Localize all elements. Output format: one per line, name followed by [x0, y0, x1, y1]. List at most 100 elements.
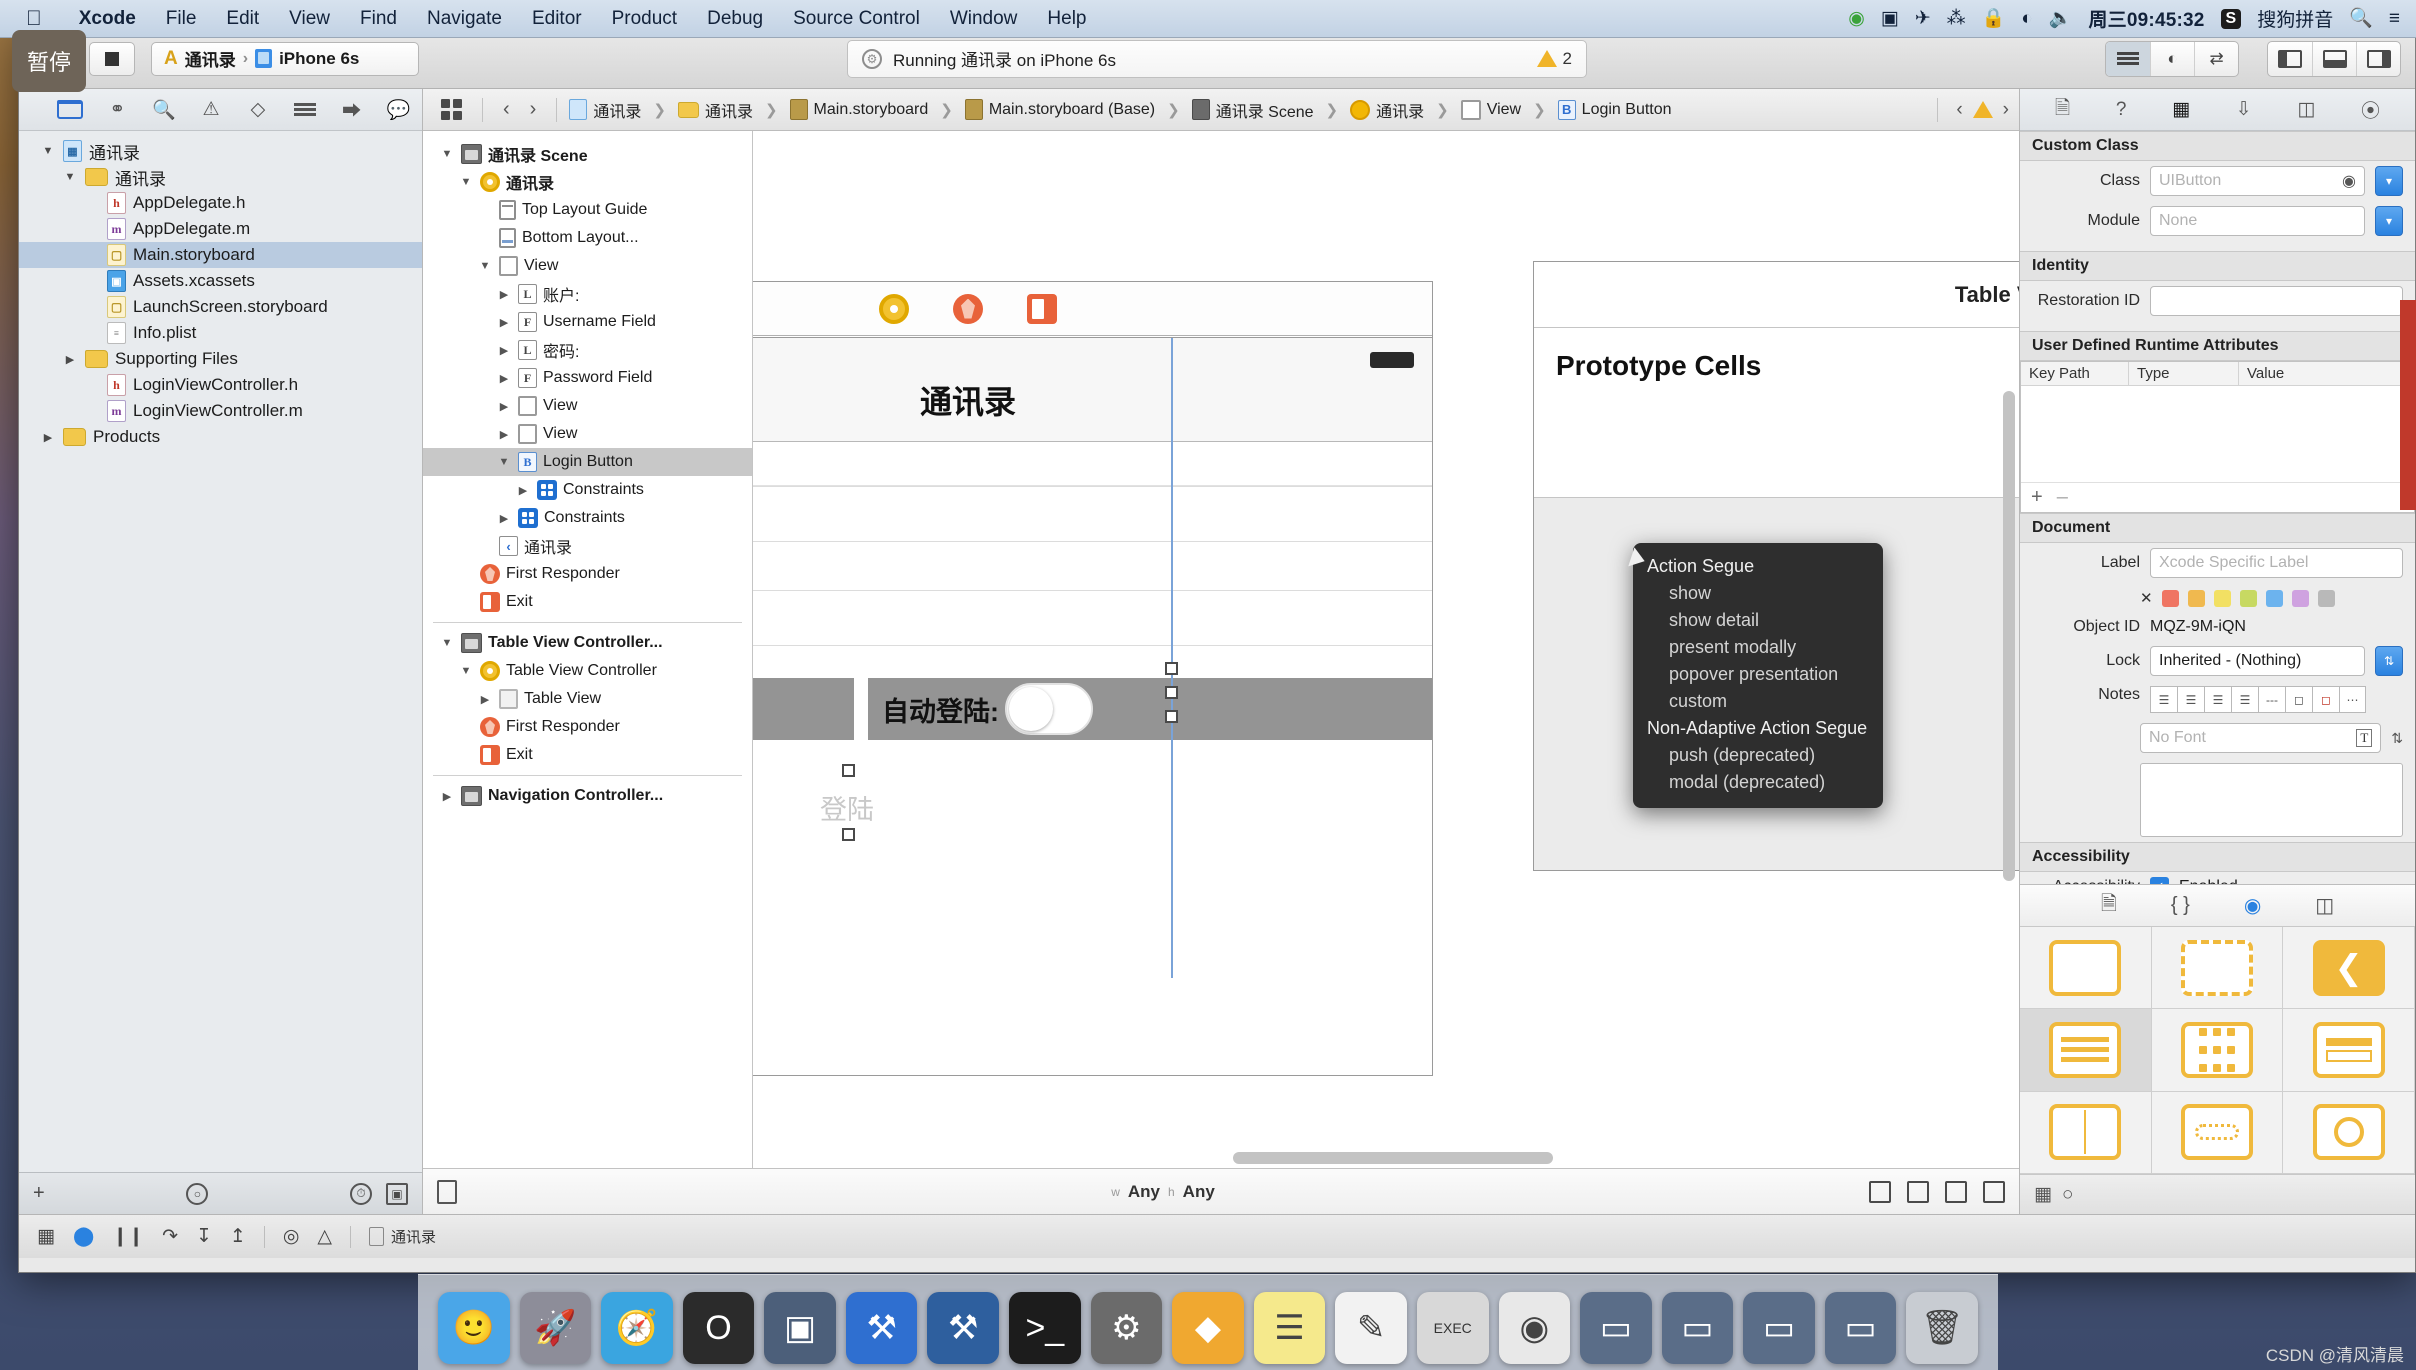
stop-button[interactable]	[89, 41, 135, 76]
outline-row-first-responder[interactable]: First Responder	[423, 713, 752, 741]
disclosure-triangle[interactable]: ▶	[496, 288, 512, 301]
lock-select[interactable]: Inherited - (Nothing)	[2150, 646, 2365, 676]
disclosure-triangle[interactable]: ▶	[515, 484, 531, 497]
menu-item-view[interactable]: View	[274, 8, 345, 30]
interface-builder-canvas[interactable]: 通讯录 用户名	[753, 131, 2019, 1168]
selection-handle-bottom[interactable]	[842, 828, 855, 841]
file-row-loginviewcontroller-m[interactable]: m LoginViewController.m	[19, 398, 422, 424]
switch-gray-view[interactable]: 自动登陆:	[868, 678, 1432, 740]
constraint-handle-c[interactable]	[1165, 710, 1178, 723]
align-right-icon[interactable]: ☰	[2204, 686, 2231, 713]
breakpoint-navigator-tab[interactable]: ⮕	[328, 89, 375, 131]
swatch-purple[interactable]	[2291, 589, 2309, 607]
pin-icon[interactable]	[1982, 1180, 2005, 1203]
screen-recording-icon[interactable]: ▣	[1881, 9, 1899, 28]
swatch-yellow[interactable]	[2213, 589, 2231, 607]
file-row-[interactable]: ▼ 通讯录	[19, 164, 422, 190]
align-icon[interactable]	[1944, 1180, 1967, 1203]
class-jump-icon[interactable]: ◉	[2342, 171, 2356, 191]
file-row-main-storyboard[interactable]: ▢ Main.storyboard	[19, 242, 422, 268]
outline-row-[interactable]: ▼ 通讯录	[423, 168, 752, 196]
disclosure-triangle[interactable]: ▶	[496, 372, 512, 385]
module-input[interactable]: None	[2150, 206, 2365, 236]
disclosure-triangle[interactable]: ▶	[496, 316, 512, 329]
document-label-input[interactable]: Xcode Specific Label	[2150, 548, 2403, 578]
input-method-label[interactable]: 搜狗拼音	[2257, 5, 2333, 32]
dock-item-chrome[interactable]: ◉	[1498, 1292, 1571, 1364]
disclosure-triangle[interactable]: ▼	[40, 145, 56, 157]
media-library-tab[interactable]: ◫	[2315, 893, 2334, 918]
breadcrumb-item-3[interactable]: Main.storyboard	[789, 99, 928, 120]
notes-toolbar[interactable]: ☰ ☰ ☰ ☰ --- ◻ ◻ ⋯	[2150, 686, 2366, 713]
file-row-appdelegate-m[interactable]: m AppDelegate.m	[19, 216, 422, 242]
dock-item-window-1[interactable]: ▭	[1580, 1292, 1652, 1364]
menu-item-xcode[interactable]: Xcode	[64, 8, 151, 30]
document-color-swatches[interactable]: ✕	[2020, 583, 2415, 613]
outline-row-view[interactable]: ▼ View	[423, 252, 752, 280]
size-class-control[interactable]: w Any h Any	[1111, 1182, 1215, 1202]
context-menu-item-custom[interactable]: custom	[1633, 688, 1883, 715]
ios-navigation-bar[interactable]: 通讯录	[753, 338, 1432, 442]
filter-sourcecontrol-icon[interactable]: ▣	[386, 1182, 408, 1205]
identity-inspector-tab[interactable]: ▦	[2172, 98, 2190, 121]
file-row-products[interactable]: ▶ Products	[19, 424, 422, 450]
lock-stepper-button[interactable]: ⇅	[2375, 646, 2403, 676]
menu-clock[interactable]: 周三09:45:32	[2088, 5, 2204, 32]
swatch-gray[interactable]	[2317, 589, 2335, 607]
menu-item-edit[interactable]: Edit	[211, 8, 274, 30]
menu-item-find[interactable]: Find	[345, 8, 412, 30]
toggle-navigator-button[interactable]	[2268, 42, 2312, 76]
search-navigator-tab[interactable]: 🔍	[141, 89, 188, 131]
prototype-cells-section[interactable]: Prototype Cells	[1534, 328, 2019, 498]
runtime-add-button[interactable]: +	[2031, 486, 2043, 509]
disclosure-triangle[interactable]: ▼	[458, 665, 474, 677]
disclosure-triangle[interactable]: ▶	[439, 790, 455, 803]
canvas-vertical-scrollbar[interactable]	[2003, 391, 2015, 881]
list-icon[interactable]: ---	[2258, 686, 2285, 713]
issue-navigator-tab[interactable]: ⚠	[188, 89, 235, 131]
class-input[interactable]: UIButton ◉	[2150, 166, 2365, 196]
disclosure-triangle[interactable]: ▶	[40, 431, 56, 444]
version-editor-button[interactable]: ⇄	[2194, 41, 2238, 76]
show-debug-area-icon[interactable]: ▦	[37, 1225, 55, 1248]
outline-row-exit[interactable]: Exit	[423, 588, 752, 616]
library-item-view-placeholder-object[interactable]	[2151, 927, 2284, 1010]
action-segue-context-menu[interactable]: Action Segue show show detail present modal…	[1633, 543, 1883, 808]
dock-item-window-2[interactable]: ▭	[1661, 1292, 1734, 1364]
attributes-inspector-tab[interactable]: ⇩	[2236, 98, 2252, 121]
outline-row-view[interactable]: ▶ View	[423, 392, 752, 420]
password-field[interactable]	[753, 590, 1432, 646]
menu-item-file[interactable]: File	[151, 8, 212, 30]
library-item-back-button-object[interactable]: ❮	[2283, 927, 2415, 1010]
dock-item-notes[interactable]: ☰	[1253, 1292, 1326, 1364]
test-navigator-tab[interactable]: ◇	[235, 89, 282, 131]
disclosure-triangle[interactable]: ▼	[439, 637, 455, 649]
context-menu-item-show-detail[interactable]: show detail	[1633, 607, 1883, 634]
library-item-payment-button-object[interactable]	[2283, 1009, 2415, 1092]
constraint-handle-a[interactable]	[1165, 662, 1178, 675]
notification-center-icon[interactable]: ≡	[2389, 9, 2400, 28]
breadcrumb-item-4[interactable]: Main.storyboard (Base)	[964, 99, 1155, 120]
pause-execution-icon[interactable]: ❙❙	[112, 1225, 144, 1248]
update-frames-icon[interactable]	[1868, 1180, 1891, 1203]
runtime-attributes-table[interactable]: Key Path Type Value + –	[2020, 361, 2415, 513]
library-item-split-view-object[interactable]	[2020, 1091, 2152, 1174]
dock-item-opera[interactable]: O	[682, 1292, 755, 1364]
dock-item-window-4[interactable]: ▭	[1824, 1292, 1897, 1364]
swatch-none[interactable]: ✕	[2140, 589, 2153, 607]
lock-icon[interactable]: 🔒	[1982, 9, 2006, 28]
dock-item-safari[interactable]: 🧭	[601, 1292, 673, 1364]
align-left-icon[interactable]: ☰	[2150, 686, 2177, 713]
next-issue-button[interactable]: ›	[2003, 99, 2009, 121]
outline-row-top-layout-guide[interactable]: Top Layout Guide	[423, 196, 752, 224]
menu-item-editor[interactable]: Editor	[517, 8, 597, 30]
disclosure-triangle[interactable]: ▶	[496, 512, 512, 525]
disclosure-triangle[interactable]: ▶	[62, 353, 78, 366]
selection-handle-top[interactable]	[842, 764, 855, 777]
text-highlight-icon[interactable]: ◻	[2312, 686, 2339, 713]
simulate-location-icon[interactable]: ◎	[283, 1225, 300, 1248]
exit-dock-icon[interactable]	[1027, 293, 1057, 324]
constraint-handle-b[interactable]	[1165, 686, 1178, 699]
quick-help-tab[interactable]: ?	[2116, 99, 2127, 121]
disclosure-triangle[interactable]: ▼	[458, 176, 474, 188]
